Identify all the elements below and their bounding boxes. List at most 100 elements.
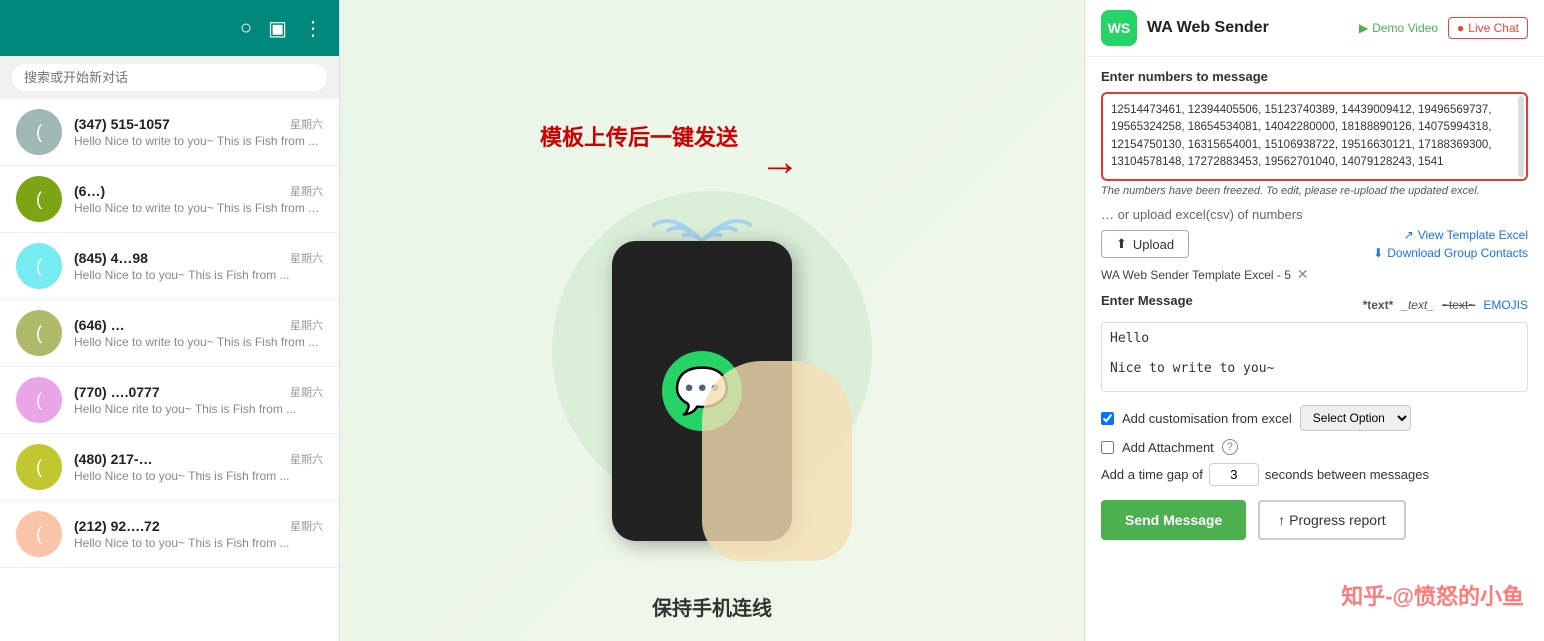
- avatar: (: [16, 444, 62, 490]
- chat-preview: Hello Nice to write to you~ This is Fish…: [74, 201, 323, 215]
- chat-name: (347) 515-1057: [74, 116, 170, 132]
- time-gap-label-after: seconds between messages: [1265, 467, 1429, 482]
- upload-row: ⬆ Upload ↗ View Template Excel ⬇ Downloa…: [1101, 228, 1528, 260]
- chat-top: (480) 217-… 星期六: [74, 451, 323, 467]
- chat-content: (6…) 星期六 Hello Nice to write to you~ Thi…: [74, 183, 323, 215]
- chat-top: (212) 92….72 星期六: [74, 518, 323, 534]
- list-item[interactable]: ( (347) 515-1057 星期六 Hello Nice to write…: [0, 99, 339, 166]
- upload-section-label: … or upload excel(csv) of numbers: [1101, 207, 1528, 222]
- list-item[interactable]: ( (770) ….0777 星期六 Hello Nice rite to yo…: [0, 367, 339, 434]
- send-message-button[interactable]: Send Message: [1101, 500, 1246, 540]
- chat-preview: Hello Nice to to you~ This is Fish from …: [74, 268, 323, 282]
- scrollbar: [1518, 96, 1524, 177]
- customisation-row: Add customisation from excel Select Opti…: [1101, 405, 1528, 431]
- promo-panel: 模板上传后一键发送 → 💬 保持手机连线: [340, 0, 1084, 641]
- customisation-label: Add customisation from excel: [1122, 411, 1292, 426]
- chat-time: 星期六: [290, 183, 323, 199]
- upload-button[interactable]: ⬆ Upload: [1101, 230, 1189, 258]
- chat-time: 星期六: [290, 116, 323, 132]
- chat-name: (212) 92….72: [74, 518, 160, 534]
- attachment-row: Add Attachment ?: [1101, 439, 1528, 455]
- refresh-icon[interactable]: ○: [240, 17, 252, 40]
- chat-list-panel: ○ ▣ ⋮ ( (347) 515-1057 星期六 Hello Nice to…: [0, 0, 340, 641]
- wa-sender-title: WA Web Sender: [1147, 19, 1349, 37]
- menu-icon[interactable]: ⋮: [303, 16, 323, 41]
- arrow-icon: →: [760, 140, 800, 185]
- customisation-select[interactable]: Select Option: [1300, 405, 1411, 431]
- chat-icon[interactable]: ▣: [268, 16, 287, 41]
- list-item[interactable]: ( (6…) 星期六 Hello Nice to write to you~ T…: [0, 166, 339, 233]
- chat-time: 星期六: [290, 317, 323, 333]
- bottom-promo-text: 保持手机连线: [652, 592, 772, 621]
- play-icon: ▶: [1359, 21, 1368, 35]
- template-links: ↗ View Template Excel ⬇ Download Group C…: [1373, 228, 1528, 260]
- chat-time: 星期六: [290, 384, 323, 400]
- format-italic-option[interactable]: _text_: [1401, 298, 1434, 312]
- avatar: (: [16, 377, 62, 423]
- chat-top: (770) ….0777 星期六: [74, 384, 323, 400]
- chat-preview: Hello Nice to write to you~ This is Fish…: [74, 335, 323, 349]
- format-bold-option[interactable]: *text*: [1363, 298, 1394, 312]
- chat-top: (347) 515-1057 星期六: [74, 116, 323, 132]
- chat-name: (6…): [74, 183, 105, 199]
- chat-preview: Hello Nice rite to you~ This is Fish fro…: [74, 402, 323, 416]
- promo-text: 模板上传后一键发送: [540, 120, 738, 152]
- wa-sender-header: WS WA Web Sender ▶ Demo Video ● Live Cha…: [1085, 0, 1544, 57]
- numbers-section-label: Enter numbers to message: [1101, 69, 1528, 84]
- file-tag: WA Web Sender Template Excel - 5 ✕: [1101, 266, 1528, 283]
- live-chat-button[interactable]: ● Live Chat: [1448, 17, 1528, 39]
- list-item[interactable]: ( (845) 4…98 星期六 Hello Nice to to you~ T…: [0, 233, 339, 300]
- numbers-box[interactable]: 12514473461, 12394405506, 15123740389, 1…: [1101, 92, 1528, 181]
- download-icon: ⬇: [1373, 246, 1383, 260]
- attachment-help-icon[interactable]: ?: [1222, 439, 1238, 455]
- chat-name: (770) ….0777: [74, 384, 160, 400]
- list-item[interactable]: ( (646) … 星期六 Hello Nice to write to you…: [0, 300, 339, 367]
- wa-sender-panel: WS WA Web Sender ▶ Demo Video ● Live Cha…: [1084, 0, 1544, 641]
- avatar: (: [16, 109, 62, 155]
- format-options: *text* _text_ ~text~ EMOJIS: [1363, 298, 1528, 312]
- time-gap-row: Add a time gap of seconds between messag…: [1101, 463, 1528, 486]
- customisation-checkbox[interactable]: [1101, 412, 1114, 425]
- chat-top: (646) … 星期六: [74, 317, 323, 333]
- view-template-excel-link[interactable]: ↗ View Template Excel: [1404, 228, 1528, 242]
- demo-video-button[interactable]: ▶ Demo Video: [1359, 21, 1438, 35]
- avatar: (: [16, 511, 62, 557]
- message-textarea[interactable]: [1101, 322, 1528, 392]
- chat-preview: Hello Nice to to you~ This is Fish from …: [74, 536, 323, 550]
- time-gap-label-before: Add a time gap of: [1101, 467, 1203, 482]
- progress-report-button[interactable]: ↑ Progress report: [1258, 500, 1405, 540]
- chat-top: (845) 4…98 星期六: [74, 250, 323, 266]
- download-group-contacts-link[interactable]: ⬇ Download Group Contacts: [1373, 246, 1528, 260]
- attachment-label: Add Attachment: [1122, 440, 1214, 455]
- avatar: (: [16, 243, 62, 289]
- attachment-checkbox[interactable]: [1101, 441, 1114, 454]
- chat-name: (480) 217-…: [74, 451, 153, 467]
- chat-content: (770) ….0777 星期六 Hello Nice rite to you~…: [74, 384, 323, 416]
- chat-name: (646) …: [74, 317, 125, 333]
- search-input[interactable]: [12, 64, 327, 91]
- chat-preview: Hello Nice to to you~ This is Fish from …: [74, 469, 323, 483]
- dot-icon: ●: [1457, 21, 1464, 35]
- message-section-label: Enter Message: [1101, 293, 1193, 308]
- chat-preview: Hello Nice to write to you~ This is Fish…: [74, 134, 323, 148]
- time-gap-input[interactable]: [1209, 463, 1259, 486]
- chat-list: ( (347) 515-1057 星期六 Hello Nice to write…: [0, 99, 339, 641]
- format-strike-option[interactable]: ~text~: [1442, 298, 1475, 312]
- action-row: Send Message ↑ Progress report: [1101, 500, 1528, 540]
- remove-file-button[interactable]: ✕: [1297, 266, 1309, 283]
- chat-content: (845) 4…98 星期六 Hello Nice to to you~ Thi…: [74, 250, 323, 282]
- chat-content: (480) 217-… 星期六 Hello Nice to to you~ Th…: [74, 451, 323, 483]
- list-item[interactable]: ( (212) 92….72 星期六 Hello Nice to to you~…: [0, 501, 339, 568]
- avatar: (: [16, 176, 62, 222]
- file-tag-label: WA Web Sender Template Excel - 5: [1101, 268, 1291, 282]
- avatar: (: [16, 310, 62, 356]
- freeze-notice: The numbers have been freezed. To edit, …: [1101, 185, 1528, 197]
- format-emoji-option[interactable]: EMOJIS: [1483, 298, 1528, 312]
- list-item[interactable]: ( (480) 217-… 星期六 Hello Nice to to you~ …: [0, 434, 339, 501]
- chat-name: (845) 4…98: [74, 250, 148, 266]
- search-bar: [0, 56, 339, 99]
- chat-content: (646) … 星期六 Hello Nice to write to you~ …: [74, 317, 323, 349]
- message-header-row: Enter Message *text* _text_ ~text~ EMOJI…: [1101, 293, 1528, 316]
- chat-time: 星期六: [290, 451, 323, 467]
- external-link-icon: ↗: [1404, 228, 1414, 242]
